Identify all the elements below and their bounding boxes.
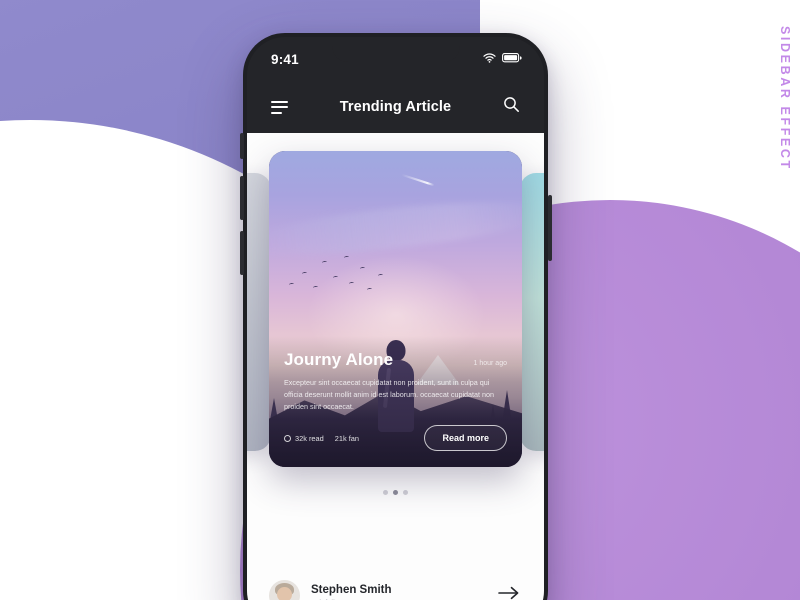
wifi-icon bbox=[483, 50, 496, 68]
bird-icon bbox=[366, 287, 372, 291]
phone-volume-up-button[interactable] bbox=[240, 176, 244, 220]
bird-icon bbox=[344, 255, 350, 259]
hamburger-line bbox=[271, 111, 282, 114]
carousel-card-previous[interactable] bbox=[247, 173, 271, 451]
author-name: Stephen Smith bbox=[311, 584, 392, 596]
bird-icon bbox=[359, 266, 366, 270]
stat-read-count: 32k read bbox=[284, 434, 324, 443]
hamburger-line bbox=[271, 100, 288, 103]
phone-silent-switch[interactable] bbox=[240, 133, 244, 159]
status-bar-icons bbox=[483, 50, 522, 68]
avatar-face bbox=[277, 587, 292, 600]
avatar bbox=[269, 580, 300, 600]
bird-icon bbox=[288, 282, 294, 287]
search-icon[interactable] bbox=[503, 96, 520, 118]
article-title: Journy Alone bbox=[284, 350, 394, 370]
read-more-button[interactable]: Read more bbox=[424, 425, 507, 451]
battery-icon bbox=[502, 50, 522, 68]
sidebar-effect-label: SIDEBAR EFFECT bbox=[778, 26, 792, 171]
hamburger-line bbox=[271, 106, 288, 108]
article-description: Excepteur sint occaecat cupidatat non pr… bbox=[284, 378, 495, 412]
arrow-right-icon[interactable] bbox=[498, 586, 522, 600]
carousel-pager[interactable] bbox=[247, 490, 544, 495]
pager-dot[interactable] bbox=[403, 490, 408, 495]
bird-icon bbox=[377, 273, 383, 277]
stat-fan-count: 21k fan bbox=[335, 434, 359, 443]
stat-read-label: 32k read bbox=[295, 433, 324, 443]
bird-icon bbox=[301, 271, 308, 276]
phone-volume-down-button[interactable] bbox=[240, 231, 244, 275]
article-timestamp: 1 hour ago bbox=[473, 360, 507, 368]
app-content: Journy Alone 1 hour ago Excepteur sint o… bbox=[247, 133, 544, 600]
article-stats: 32k read 21k fan bbox=[284, 434, 359, 443]
stat-fan-label: 21k fan bbox=[334, 433, 360, 443]
article-title-row: Journy Alone 1 hour ago bbox=[284, 350, 507, 370]
status-bar: 9:41 bbox=[247, 37, 544, 81]
screenshot-stage: SIDEBAR EFFECT 9:41 Trending Article Jou… bbox=[0, 0, 800, 600]
eye-icon bbox=[284, 434, 291, 442]
pager-dot[interactable] bbox=[383, 490, 388, 495]
bird-icon bbox=[321, 260, 328, 265]
bird-icon bbox=[332, 276, 339, 280]
article-card[interactable]: Journy Alone 1 hour ago Excepteur sint o… bbox=[269, 151, 522, 467]
page-title: Trending Article bbox=[339, 99, 452, 115]
article-carousel[interactable]: Journy Alone 1 hour ago Excepteur sint o… bbox=[247, 151, 544, 476]
phone-power-button[interactable] bbox=[548, 195, 552, 261]
carousel-card-next[interactable] bbox=[520, 173, 544, 451]
app-header: Trending Article bbox=[247, 81, 544, 133]
author-row[interactable]: Stephen Smith 37k followers bbox=[247, 580, 544, 600]
hamburger-menu-icon[interactable] bbox=[271, 100, 288, 114]
author-info: Stephen Smith 37k followers bbox=[311, 584, 487, 600]
article-card-overlay: Journy Alone 1 hour ago Excepteur sint o… bbox=[269, 336, 522, 467]
illustration-birds bbox=[284, 246, 395, 316]
status-bar-time: 9:41 bbox=[271, 51, 299, 67]
phone-screen: 9:41 Trending Article Journy Alone 1 hou… bbox=[247, 37, 544, 600]
pager-dot-active[interactable] bbox=[393, 490, 398, 495]
phone-mockup: 9:41 Trending Article Journy Alone 1 hou… bbox=[243, 33, 548, 600]
bird-icon bbox=[312, 285, 319, 290]
bird-icon bbox=[348, 281, 354, 286]
article-card-footer: 32k read 21k fan Read more bbox=[284, 425, 507, 451]
